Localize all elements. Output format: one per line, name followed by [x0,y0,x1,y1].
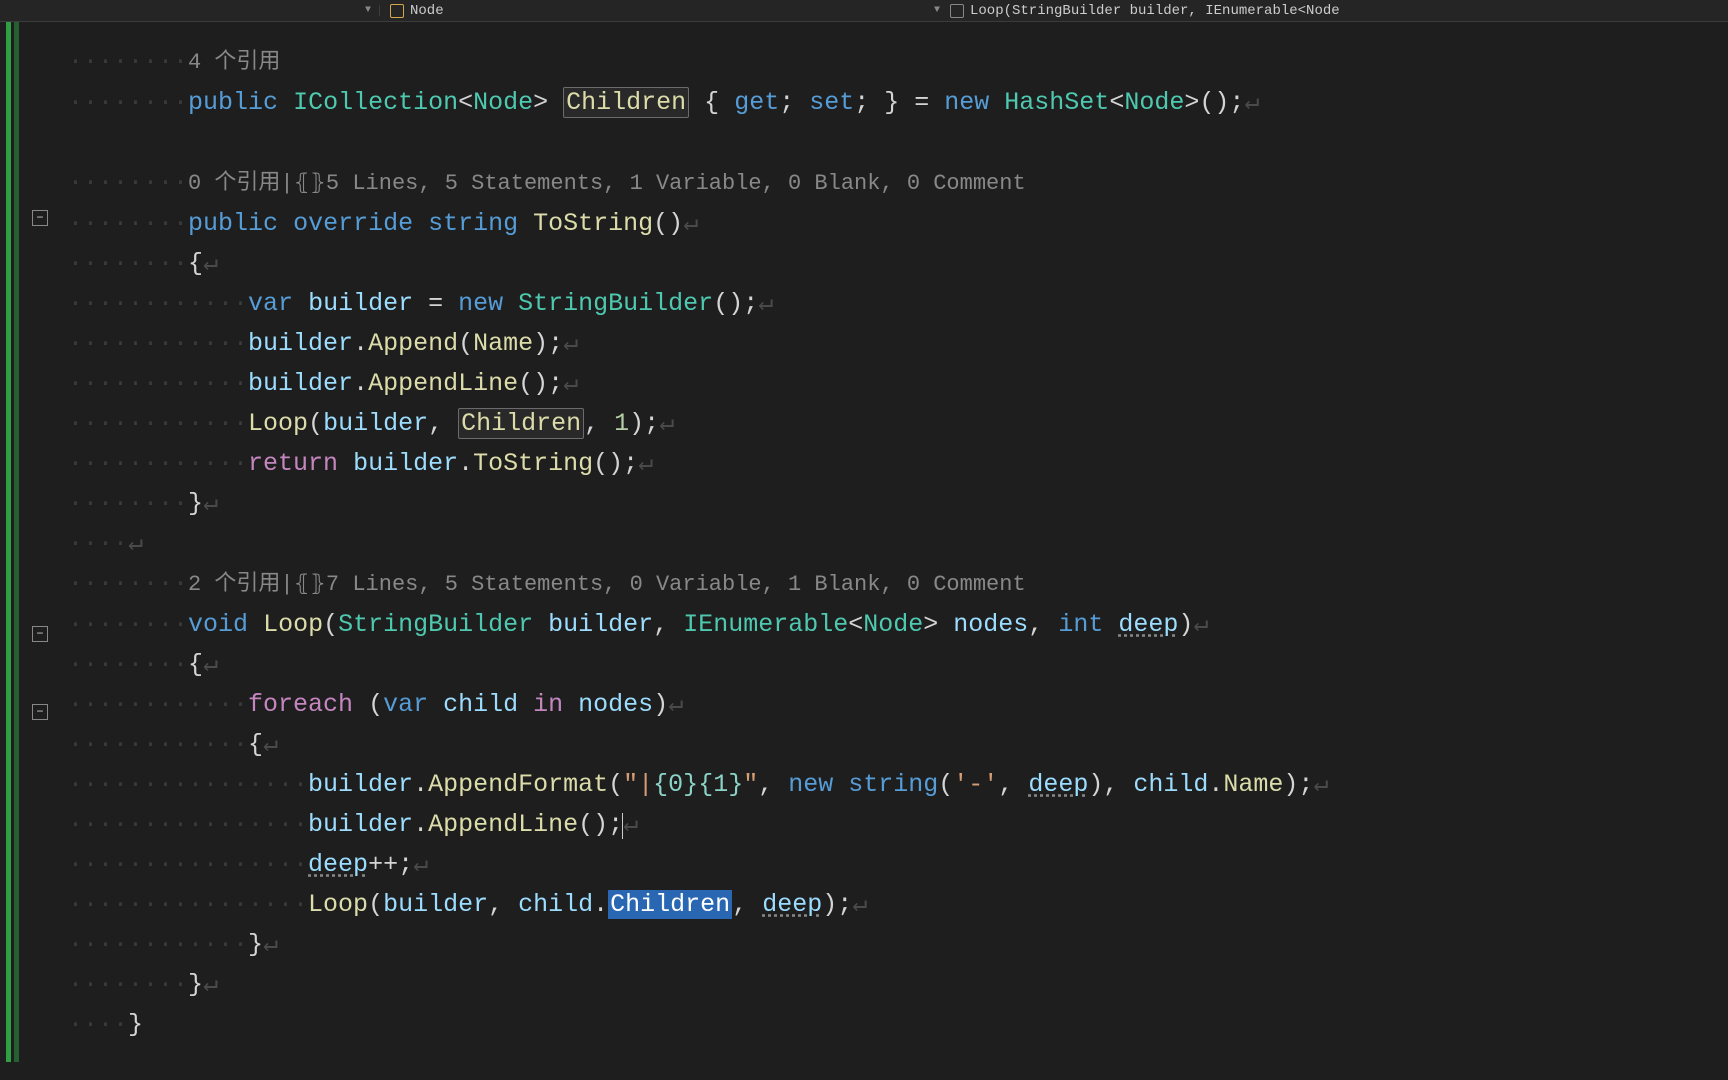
nav-class-dropdown[interactable]: Node ▼ [380,3,940,19]
navigation-breadcrumb-bar: ▼ Node ▼ Loop(StringBuilder builder, IEn… [0,0,1728,22]
selection-children: Children [608,890,732,919]
nav-member-label: Loop(StringBuilder builder, IEnumerable<… [970,3,1340,19]
class-icon [390,4,404,18]
fold-toggle-tostring[interactable]: − [32,210,48,226]
codelens-loop[interactable]: 2 个引用|⦃⦄7 Lines, 5 Statements, 0 Variabl… [188,572,1026,597]
highlight-children-decl: Children [563,87,689,118]
chevron-down-icon: ▼ [365,5,371,16]
fold-toggle-foreach[interactable]: − [32,704,48,720]
nav-scope-dropdown[interactable]: ▼ [0,5,380,16]
nav-class-label: Node [410,3,444,19]
added-lines-marker [6,22,11,1062]
code-content[interactable]: ········4 个引用 ········public ICollection… [68,42,1728,1045]
editor-container: − − − ········4 个引用 ········public IColl… [0,22,1728,1080]
code-editor[interactable]: ········4 个引用 ········public ICollection… [68,22,1728,1080]
nav-member-dropdown[interactable]: Loop(StringBuilder builder, IEnumerable<… [940,3,1728,19]
highlight-children-ref: Children [458,408,584,439]
change-indicator-margin [0,22,28,1080]
codelens-tostring[interactable]: 0 个引用|⦃⦄5 Lines, 5 Statements, 1 Variabl… [188,171,1026,196]
added-lines-marker [14,22,19,1062]
fold-gutter: − − − [28,22,68,1080]
private-method-icon [950,4,964,18]
codelens-children[interactable]: 4 个引用 [188,50,280,75]
fold-toggle-loop[interactable]: − [32,626,48,642]
